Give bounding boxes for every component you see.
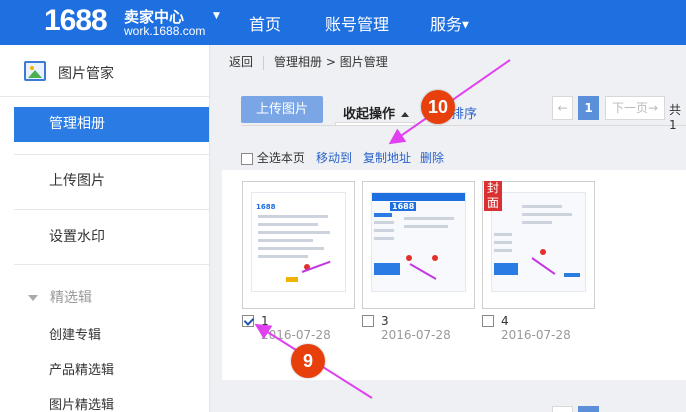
bottom-page-1[interactable] xyxy=(578,406,599,412)
step-marker-9: 9 xyxy=(291,344,325,378)
annotation-arrows xyxy=(254,59,511,399)
bottom-prev-page[interactable] xyxy=(552,406,573,412)
step-marker-10: 10 xyxy=(421,90,455,124)
